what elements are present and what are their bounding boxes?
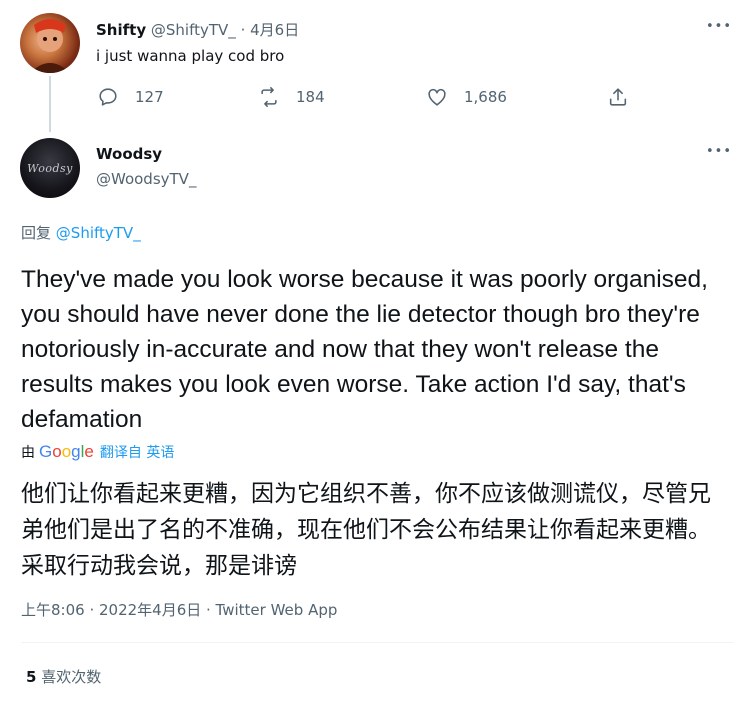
avatar-woodsy-text: Woodsy (27, 161, 73, 175)
avatar-shifty[interactable] (20, 13, 80, 73)
like-count: 1,686 (464, 88, 507, 106)
translation-bar: 由 Google 翻译自 英语 (21, 442, 174, 462)
parent-tweet-header: Shifty @ShiftyTV_ · 4月6日 (96, 19, 299, 40)
like-action[interactable]: 1,686 (426, 86, 507, 108)
translated-text: 他们让你看起来更糟，因为它组织不善，你不应该做测谎仪，尽管兄弟他们是出了名的不准… (21, 481, 711, 579)
google-logo: Google (39, 442, 94, 461)
main-tweet-text: They've made you look worse because it w… (21, 266, 708, 433)
reply-action[interactable]: 127 (97, 86, 164, 108)
parent-display-name[interactable]: Shifty (96, 21, 146, 39)
share-action[interactable] (607, 86, 645, 108)
retweet-icon (261, 87, 277, 107)
avatar-shifty-art (30, 19, 70, 73)
translation-link[interactable]: 翻译自 英语 (100, 442, 174, 462)
reply-prefix: 回复 (21, 224, 52, 242)
parent-more-icon[interactable]: ••• (706, 20, 732, 33)
retweet-action[interactable]: 184 (258, 86, 325, 108)
heart-icon (428, 88, 446, 106)
reply-icon (99, 88, 117, 106)
thread-line (49, 76, 51, 132)
reply-to-link[interactable]: @ShiftyTV_ (56, 224, 141, 242)
main-handle[interactable]: @WoodsyTV_ (96, 170, 196, 188)
reply-context: 回复 @ShiftyTV_ (21, 222, 141, 243)
parent-separator: · (240, 21, 246, 39)
avatar-woodsy[interactable]: Woodsy (20, 138, 80, 198)
likes-label: 喜欢次数 (41, 668, 102, 686)
parent-handle[interactable]: @ShiftyTV_ (151, 21, 236, 39)
tweet-timestamp[interactable]: 上午8:06 · 2022年4月6日 · Twitter Web App (21, 599, 337, 620)
parent-date[interactable]: 4月6日 (250, 21, 299, 39)
likes-count: 5 (26, 668, 37, 686)
parent-tweet-text: i just wanna play cod bro (96, 47, 285, 65)
likes-summary[interactable]: 5 喜欢次数 (26, 666, 101, 687)
translation-by: 由 (21, 445, 35, 461)
reply-count: 127 (135, 88, 164, 106)
share-icon (609, 88, 627, 106)
divider (21, 642, 733, 643)
main-display-name[interactable]: Woodsy (96, 145, 162, 163)
main-more-icon[interactable]: ••• (706, 145, 732, 158)
retweet-count: 184 (296, 88, 325, 106)
